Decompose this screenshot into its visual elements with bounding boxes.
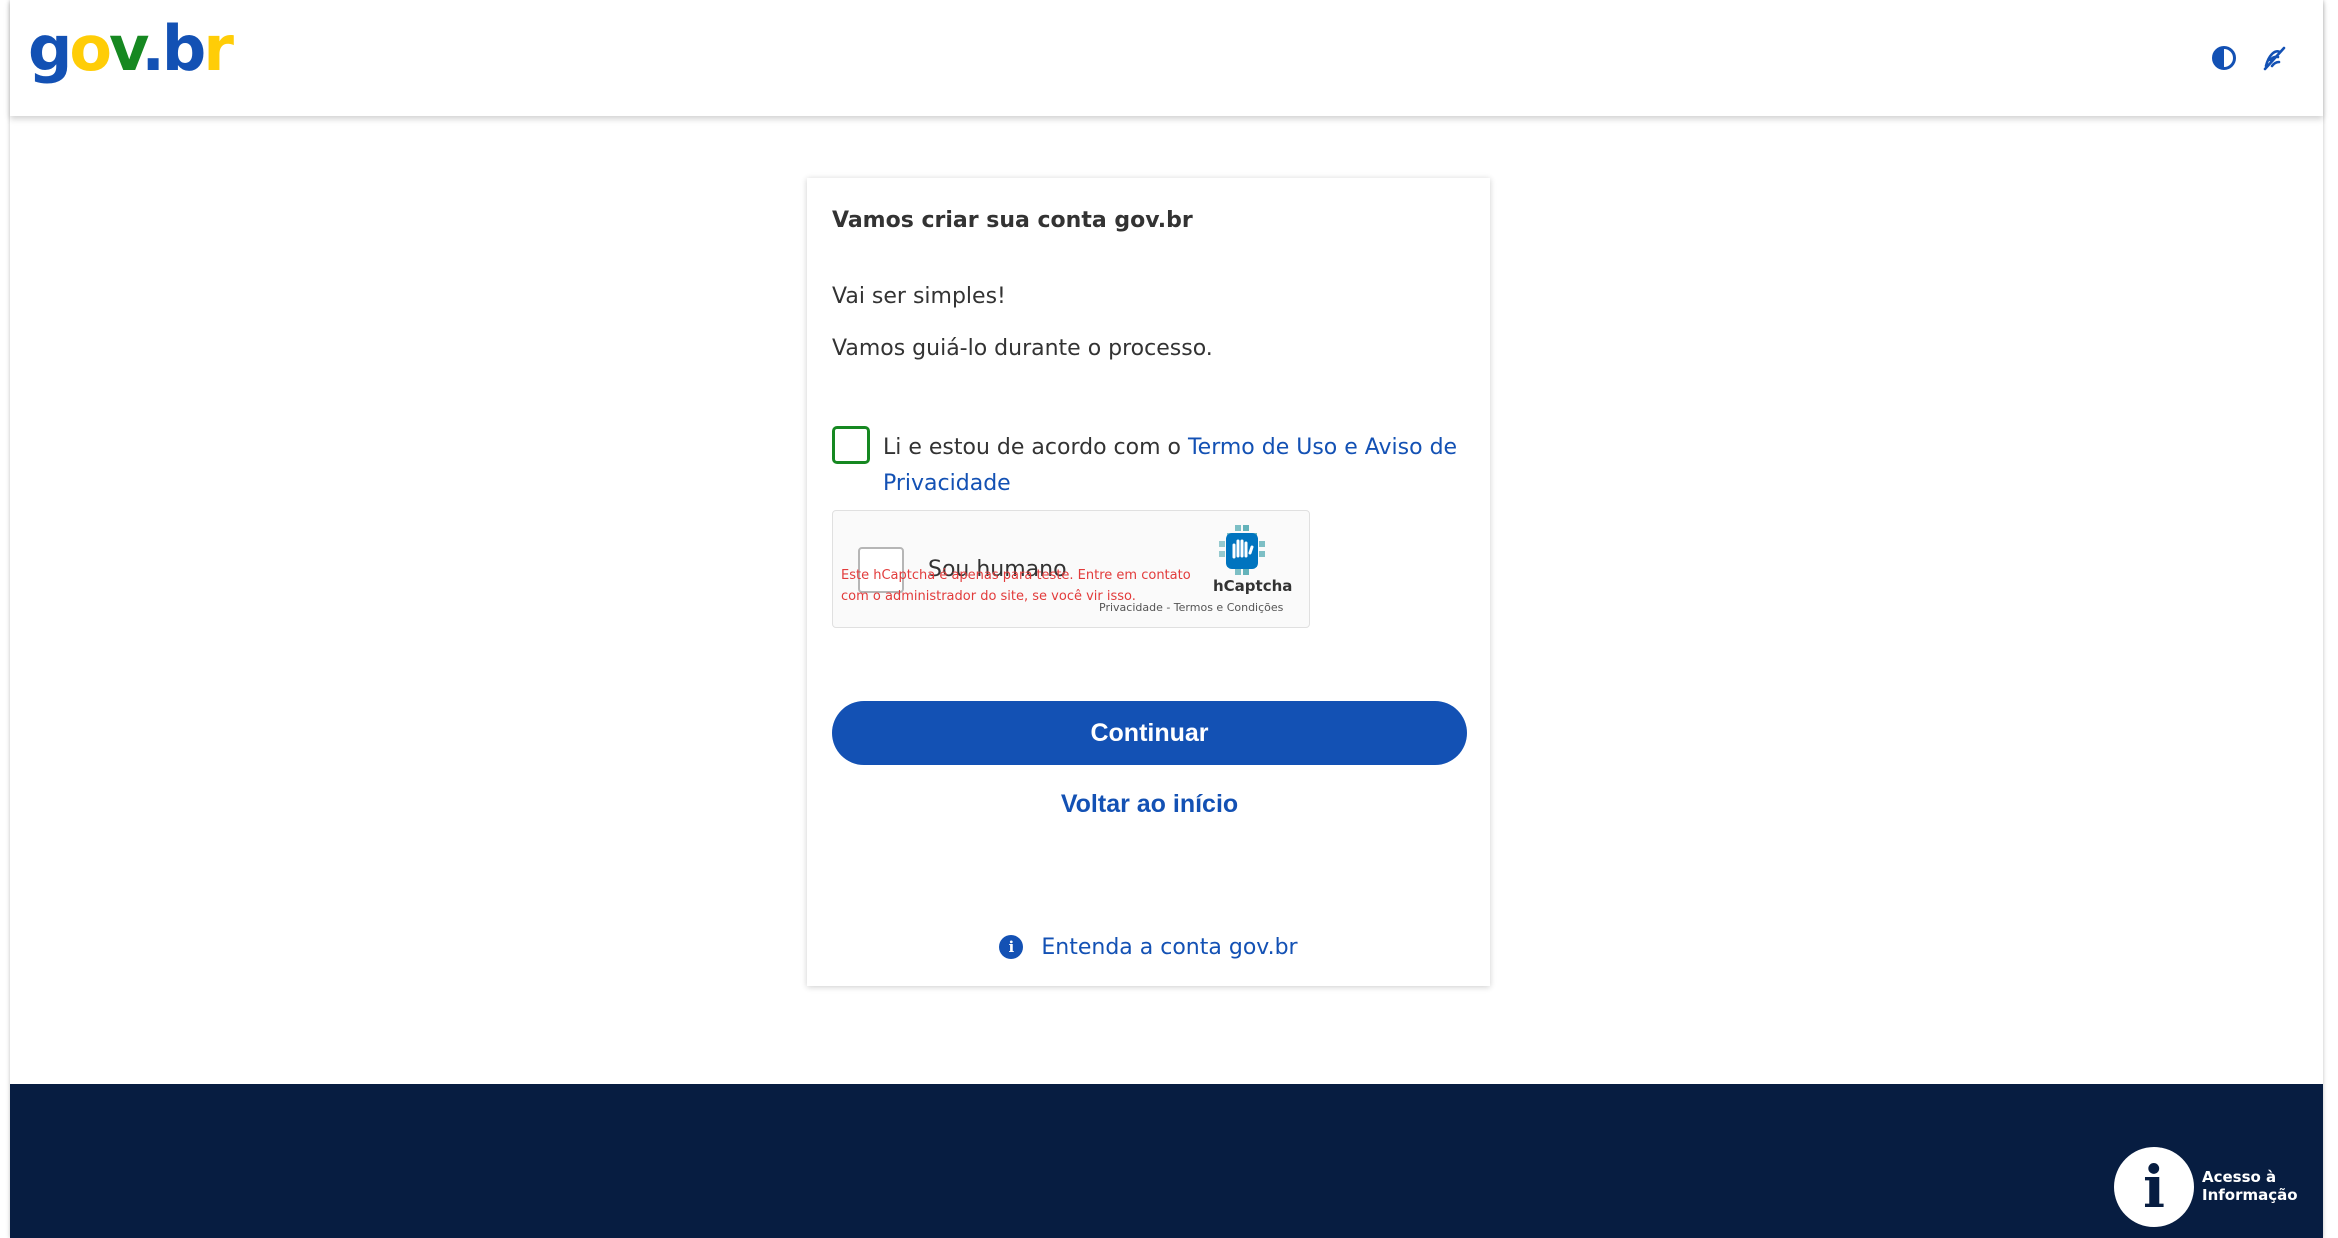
back-to-start-button[interactable]: Voltar ao início xyxy=(832,784,1467,824)
contrast-icon[interactable] xyxy=(2210,44,2238,72)
site-header: gov.br xyxy=(10,0,2323,116)
understand-label: Entenda a conta gov.br xyxy=(1041,934,1298,960)
terms-checkbox[interactable] xyxy=(832,426,870,464)
captcha-links[interactable]: Privacidade - Termos e Condições xyxy=(1099,601,1283,614)
understand-account-link[interactable]: i Entenda a conta gov.br xyxy=(807,932,1490,962)
sign-language-icon[interactable] xyxy=(2260,44,2288,72)
logo-letter-v: v xyxy=(109,12,144,85)
logo-letter-o: o xyxy=(69,12,112,85)
logo-dot: . xyxy=(141,12,165,85)
access-information-label[interactable]: Acesso à Informação xyxy=(2202,1168,2312,1204)
terms-label: Li e estou de acordo com o Termo de Uso … xyxy=(883,430,1463,502)
info-icon: i xyxy=(999,935,1024,959)
intro-text: Vai ser simples! xyxy=(832,284,1006,309)
site-footer: i Acesso à Informação xyxy=(10,1084,2323,1238)
card-title: Vamos criar sua conta gov.br xyxy=(832,208,1193,233)
captcha-brand: hCaptcha xyxy=(1213,577,1293,595)
access-information-icon[interactable]: i xyxy=(2114,1147,2194,1227)
terms-prefix: Li e estou de acordo com o xyxy=(883,435,1188,460)
govbr-logo[interactable]: gov.br xyxy=(28,18,234,80)
signup-card: Vamos criar sua conta gov.br Vai ser sim… xyxy=(807,178,1490,986)
access-info-glyph: i xyxy=(2142,1153,2166,1221)
hcaptcha-widget: Sou humano Este hCaptcha é apenas para t… xyxy=(832,510,1310,628)
page-frame: gov.br Vamos criar sua conta gov.br Vai … xyxy=(10,0,2323,1238)
logo-letter-r: r xyxy=(203,12,234,85)
logo-letter-g: g xyxy=(28,12,72,85)
guide-text: Vamos guiá-lo durante o processo. xyxy=(832,336,1213,361)
hcaptcha-logo-icon xyxy=(1213,523,1273,579)
continue-button[interactable]: Continuar xyxy=(832,701,1467,765)
logo-letter-b: b xyxy=(161,12,206,85)
